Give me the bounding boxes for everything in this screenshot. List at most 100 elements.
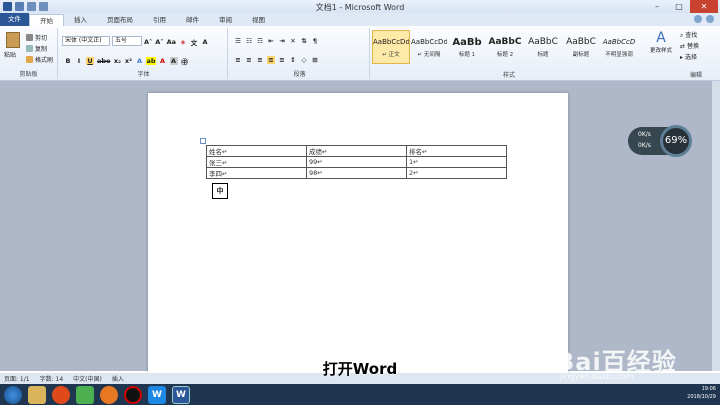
align-center-icon[interactable]: ≡: [245, 56, 253, 64]
paste-button[interactable]: 粘贴: [4, 50, 16, 59]
increase-indent-icon[interactable]: ⇥: [278, 37, 286, 45]
bullets-icon[interactable]: ☰: [234, 37, 242, 45]
style-subtle-emphasis[interactable]: AaBbCcD 不明显强调: [600, 30, 638, 64]
select-button[interactable]: ▸ 选择: [680, 52, 699, 63]
tab-home[interactable]: 开始: [29, 14, 64, 26]
tab-review[interactable]: 审阅: [209, 14, 242, 26]
font-name-select[interactable]: 宋体 (中文正): [62, 36, 110, 46]
bold-button[interactable]: B: [64, 57, 72, 65]
numbering-icon[interactable]: ☷: [245, 37, 253, 45]
distributed-icon[interactable]: ≡: [278, 56, 286, 64]
shrink-font-button[interactable]: A˅: [155, 38, 163, 46]
quick-access-toolbar: [0, 0, 48, 13]
document-table[interactable]: 姓名↵ 成绩↵ 排名↵ 张三↵ 99↵ 1↵ 李四↵ 98↵ 2↵: [206, 145, 507, 179]
redo-icon[interactable]: [39, 2, 48, 11]
tab-insert[interactable]: 插入: [64, 14, 97, 26]
document-page[interactable]: 姓名↵ 成绩↵ 排名↵ 张三↵ 99↵ 1↵ 李四↵ 98↵ 2↵ 中: [148, 93, 568, 373]
change-styles-button[interactable]: A 更改样式: [646, 30, 676, 54]
table-move-handle-icon[interactable]: [200, 138, 206, 144]
superscript-button[interactable]: x²: [124, 57, 132, 65]
align-left-icon[interactable]: ≡: [234, 56, 242, 64]
style-heading-1[interactable]: AaBb 标题 1: [448, 30, 486, 64]
tab-view[interactable]: 视图: [242, 14, 275, 26]
underline-button[interactable]: U: [86, 57, 94, 65]
paste-icon[interactable]: [6, 32, 20, 48]
find-button[interactable]: ⌕ 查找: [680, 30, 699, 41]
copy-button[interactable]: 复制: [26, 44, 47, 53]
tab-references[interactable]: 引用: [143, 14, 176, 26]
char-border-icon[interactable]: A: [201, 38, 209, 46]
media-player-icon[interactable]: [124, 385, 142, 404]
subscript-button[interactable]: x₂: [113, 57, 121, 65]
replace-label: 替换: [686, 43, 699, 50]
justify-icon[interactable]: ≡: [267, 56, 275, 64]
taskbar: W W: [0, 384, 720, 405]
align-right-icon[interactable]: ≡: [256, 56, 264, 64]
table-cell[interactable]: 1↵: [406, 156, 507, 168]
show-marks-icon[interactable]: ¶: [311, 37, 319, 45]
cut-button[interactable]: 剪切: [26, 33, 47, 42]
firefox-icon[interactable]: [100, 385, 118, 404]
phonetic-icon[interactable]: 文: [190, 37, 198, 47]
enclose-char-icon[interactable]: ㊥: [181, 56, 189, 66]
highlight-icon[interactable]: ab: [146, 57, 156, 65]
format-painter-button[interactable]: 格式刷: [26, 55, 53, 64]
system-tray[interactable]: 19:06 2018/10/29: [687, 385, 716, 401]
undo-icon[interactable]: [27, 2, 36, 11]
table-cell[interactable]: 排名↵: [406, 145, 507, 157]
browser-360-icon[interactable]: [52, 385, 70, 404]
help-icon[interactable]: [706, 15, 714, 23]
change-case-button[interactable]: Aa: [167, 38, 176, 46]
chinese-layout-icon[interactable]: ✕: [289, 37, 297, 45]
vertical-scrollbar[interactable]: [712, 81, 720, 371]
font-color-icon[interactable]: A: [159, 57, 167, 65]
word-taskbar-icon[interactable]: W: [172, 385, 190, 404]
table-cell[interactable]: 姓名↵: [206, 145, 307, 157]
save-icon[interactable]: [15, 2, 24, 11]
style-no-spacing[interactable]: AaBbCcDd ↵ 无间隔: [410, 30, 448, 64]
table-cell[interactable]: 成绩↵: [306, 145, 407, 157]
change-styles-label: 更改样式: [649, 48, 672, 54]
tab-page-layout[interactable]: 页面布局: [97, 14, 143, 26]
strikethrough-button[interactable]: abe: [97, 57, 110, 65]
network-speed-gadget[interactable]: 0K/s 0K/s 69%: [628, 125, 692, 157]
style-title[interactable]: AaBbC 标题: [524, 30, 562, 64]
decrease-indent-icon[interactable]: ⇤: [267, 37, 275, 45]
style-normal[interactable]: AaBbCcDd ↵ 正文: [372, 30, 410, 64]
table-cell[interactable]: 2↵: [406, 167, 507, 179]
style-name: ↵ 无间隔: [417, 52, 441, 58]
style-heading-2[interactable]: AaBbC 标题 2: [486, 30, 524, 64]
shading-icon[interactable]: ◇: [300, 56, 308, 64]
line-spacing-icon[interactable]: ↕: [289, 56, 297, 64]
borders-icon[interactable]: ⊞: [311, 56, 319, 64]
ime-indicator[interactable]: 中: [212, 183, 228, 199]
maximize-button[interactable]: □: [668, 0, 690, 13]
tab-mailings[interactable]: 邮件: [176, 14, 209, 26]
clear-format-icon[interactable]: ◈: [179, 38, 187, 46]
wechat-icon[interactable]: [76, 385, 94, 404]
replace-button[interactable]: ⇄ 替换: [680, 41, 699, 52]
word-icon[interactable]: [3, 2, 12, 11]
tab-file[interactable]: 文件: [0, 13, 29, 26]
char-shading-icon[interactable]: A: [169, 57, 178, 65]
minimize-button[interactable]: –: [646, 0, 668, 13]
table-cell[interactable]: 李四↵: [206, 167, 307, 179]
multilevel-icon[interactable]: ☶: [256, 37, 264, 45]
start-button-icon[interactable]: [4, 385, 22, 404]
wps-icon[interactable]: W: [148, 385, 166, 404]
cut-label: 剪切: [35, 35, 48, 42]
table-cell[interactable]: 98↵: [306, 167, 407, 179]
file-explorer-icon[interactable]: [28, 385, 46, 404]
minimize-ribbon-icon[interactable]: [694, 15, 702, 23]
sort-icon[interactable]: ⇅: [300, 37, 308, 45]
italic-button[interactable]: I: [75, 57, 83, 65]
font-size-select[interactable]: 五号: [112, 36, 142, 46]
style-subtitle[interactable]: AaBbC 副标题: [562, 30, 600, 64]
table-cell[interactable]: 99↵: [306, 156, 407, 168]
text-effects-icon[interactable]: A: [135, 57, 143, 65]
grow-font-button[interactable]: A˄: [144, 38, 152, 46]
styles-gallery: AaBbCcDd ↵ 正文 AaBbCcDd ↵ 无间隔 AaBb 标题 1 AaBb…: [372, 30, 640, 64]
close-button[interactable]: ✕: [690, 0, 718, 13]
table-cell[interactable]: 张三↵: [206, 156, 307, 168]
format-painter-label: 格式刷: [35, 57, 54, 64]
